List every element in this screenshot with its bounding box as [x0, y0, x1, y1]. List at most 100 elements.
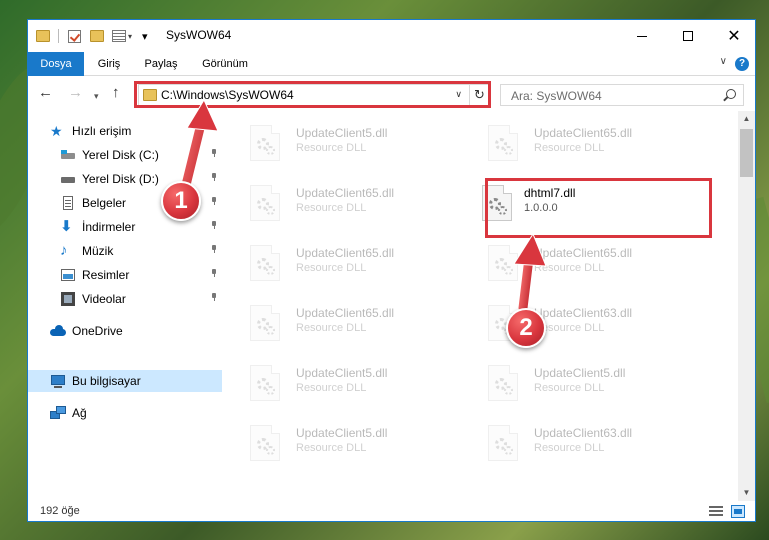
sidebar-item-label: Müzik	[82, 244, 114, 258]
dll-file-icon	[488, 125, 518, 161]
file-name: UpdateClient63.dll	[534, 306, 633, 320]
details-view-icon[interactable]	[709, 505, 723, 518]
help-icon[interactable]: ?	[735, 57, 749, 71]
dll-file-icon	[250, 425, 280, 461]
address-path[interactable]: C:\Windows\SysWOW64	[161, 88, 294, 102]
sidebar-item-quick-access[interactable]: ★ Hızlı erişim	[28, 120, 222, 142]
pin-icon	[210, 269, 218, 277]
file-description: Resource DLL	[296, 142, 367, 154]
toolbar-divider	[58, 29, 59, 43]
minimize-button[interactable]	[619, 20, 665, 52]
scroll-up-icon[interactable]: ▲	[738, 111, 755, 127]
maximize-icon	[683, 31, 693, 41]
properties-icon	[112, 30, 126, 42]
refresh-icon[interactable]: ↻	[469, 85, 489, 105]
pictures-icon	[60, 268, 76, 282]
drive-icon	[60, 172, 76, 186]
sidebar-item-videos[interactable]: Videolar	[28, 288, 222, 310]
tab-paylas[interactable]: Paylaş	[136, 52, 186, 76]
address-row: ← → ▾ ↑ C:\Windows\SysWOW64 ∨ ↻ Ara: Sys…	[28, 77, 755, 111]
pin-icon	[210, 173, 218, 181]
file-item[interactable]: UpdateClient65.dll Resource DLL	[460, 117, 690, 169]
sidebar-item-downloads[interactable]: ⬇ İndirmeler	[28, 216, 222, 238]
scroll-down-icon[interactable]: ▼	[738, 485, 755, 501]
quick-access-toolbar	[36, 28, 50, 44]
sidebar-item-this-pc[interactable]: Bu bilgisayar	[28, 370, 222, 392]
chevron-down-icon[interactable]: ∨	[455, 89, 462, 100]
file-name: dhtml7.dll	[524, 186, 576, 200]
expand-ribbon-icon[interactable]: ∨	[720, 56, 727, 67]
search-input[interactable]: Ara: SysWOW64	[500, 84, 744, 106]
tab-gorunum[interactable]: Görünüm	[194, 52, 256, 76]
sidebar-item-label: İndirmeler	[82, 220, 136, 234]
scroll-thumb[interactable]	[740, 129, 753, 177]
file-name: UpdateClient65.dll	[296, 186, 395, 200]
address-bar[interactable]: C:\Windows\SysWOW64 ∨	[138, 84, 489, 106]
sidebar-item-label: Resimler	[82, 268, 130, 282]
file-item[interactable]: UpdateClient5.dll Resource DLL	[460, 357, 690, 409]
file-item[interactable]: UpdateClient63.dll Resource DLL	[460, 417, 690, 469]
minimize-icon	[637, 35, 647, 37]
maximize-button[interactable]	[665, 20, 711, 52]
sidebar-item-label: Yerel Disk (C:)	[82, 148, 159, 162]
pin-icon	[210, 293, 218, 301]
dll-file-icon	[250, 245, 280, 281]
file-item-dhtml7[interactable]: dhtml7.dll 1.0.0.0	[460, 177, 690, 229]
file-item[interactable]: UpdateClient5.dll Resource DLL	[222, 357, 452, 409]
pin-icon	[210, 149, 218, 157]
file-item[interactable]: UpdateClient5.dll Resource DLL	[222, 117, 452, 169]
up-arrow-icon[interactable]: ↑	[112, 85, 120, 101]
dll-file-icon	[250, 185, 280, 221]
dll-file-icon	[488, 365, 518, 401]
search-icon[interactable]	[726, 89, 736, 99]
back-arrow-icon[interactable]: ←	[38, 85, 53, 101]
navigation-pane: ★ Hızlı erişim Yerel Disk (C:) Yerel Dis…	[28, 111, 222, 501]
file-item[interactable]: UpdateClient5.dll Resource DLL	[222, 417, 452, 469]
file-item[interactable]: UpdateClient65.dll Resource DLL	[460, 237, 690, 289]
forward-arrow-icon[interactable]: →	[68, 85, 83, 101]
sidebar-item-label: Bu bilgisayar	[72, 374, 141, 388]
sidebar-item-label: Belgeler	[82, 196, 127, 210]
search-placeholder: Ara: SysWOW64	[511, 89, 602, 103]
file-item[interactable]: UpdateClient65.dll Resource DLL	[222, 237, 452, 289]
folder-icon	[143, 89, 157, 101]
vertical-scrollbar[interactable]: ▲ ▼	[738, 111, 755, 501]
star-icon: ★	[50, 123, 63, 139]
drive-icon	[60, 148, 76, 162]
new-folder-button[interactable]	[90, 28, 104, 44]
cloud-icon	[50, 324, 66, 338]
sidebar-item-network[interactable]: Ağ	[28, 402, 222, 424]
properties-check-button[interactable]	[68, 28, 81, 44]
customize-toolbar-button[interactable]: ▾	[142, 28, 148, 44]
file-item[interactable]: UpdateClient65.dll Resource DLL	[222, 177, 452, 229]
close-button[interactable]: ✕	[711, 20, 755, 52]
item-count: 192 öğe	[40, 505, 80, 517]
explorer-window: ▾ ▾ SysWOW64 ✕ Dosya Giriş Paylaş Görünü…	[27, 19, 756, 522]
tiles-view-icon[interactable]	[731, 505, 745, 518]
sidebar-item-onedrive[interactable]: OneDrive	[28, 320, 222, 342]
sidebar-item-music[interactable]: ♪ Müzik	[28, 240, 222, 262]
file-description: Resource DLL	[296, 442, 367, 454]
file-description: Resource DLL	[296, 322, 367, 334]
tab-dosya[interactable]: Dosya	[28, 52, 84, 76]
recent-locations-icon[interactable]: ▾	[94, 88, 99, 104]
sidebar-item-pictures[interactable]: Resimler	[28, 264, 222, 286]
file-list: UpdateClient5.dll Resource DLL UpdateCli…	[222, 111, 738, 501]
sidebar-item-disk-c[interactable]: Yerel Disk (C:)	[28, 144, 222, 166]
properties-button[interactable]: ▾	[112, 28, 132, 44]
file-item[interactable]: UpdateClient63.dll Resource DLL	[460, 297, 690, 349]
status-bar: 192 öğe	[28, 501, 755, 521]
file-name: UpdateClient65.dll	[296, 306, 395, 320]
chevron-down-icon: ▾	[128, 31, 133, 41]
file-name: UpdateClient63.dll	[534, 426, 633, 440]
file-description: Resource DLL	[534, 442, 605, 454]
file-item[interactable]: UpdateClient65.dll Resource DLL	[222, 297, 452, 349]
sidebar-item-label: OneDrive	[72, 324, 123, 338]
dll-file-icon	[250, 125, 280, 161]
tab-giris[interactable]: Giriş	[88, 52, 130, 76]
file-name: UpdateClient65.dll	[534, 126, 633, 140]
file-name: UpdateClient65.dll	[534, 246, 633, 260]
dll-file-icon	[482, 185, 512, 221]
window-title: SysWOW64	[166, 28, 232, 42]
pin-icon	[210, 245, 218, 253]
